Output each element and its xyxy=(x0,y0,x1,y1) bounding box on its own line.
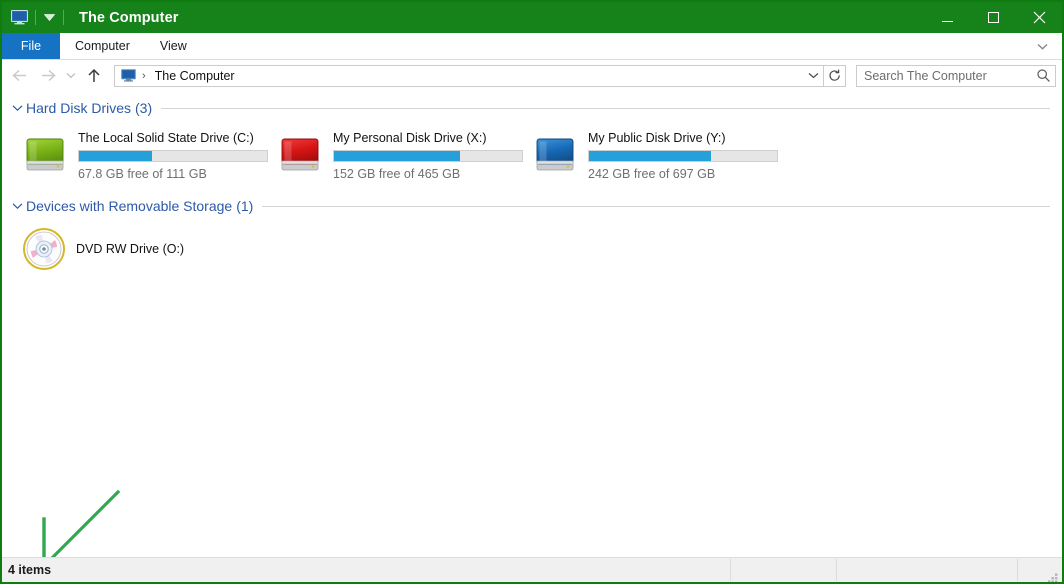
window-title: The Computer xyxy=(79,10,178,26)
group-divider xyxy=(161,108,1050,109)
chevron-down-icon xyxy=(66,72,76,79)
arrow-up-icon xyxy=(86,68,102,84)
breadcrumb-current[interactable]: The Computer xyxy=(155,69,235,83)
drive-info: My Personal Disk Drive (X:) 152 GB free … xyxy=(333,128,525,182)
capacity-bar-fill xyxy=(334,151,460,161)
close-button[interactable] xyxy=(1016,2,1062,33)
minimize-icon xyxy=(942,21,953,22)
forward-button[interactable] xyxy=(34,63,62,89)
drive-free-space: 152 GB free of 465 GB xyxy=(333,166,525,182)
group-count: (1) xyxy=(236,198,253,214)
refresh-button[interactable] xyxy=(824,65,846,87)
hard-drive-icon xyxy=(276,130,324,178)
group-divider xyxy=(262,206,1050,207)
recent-locations-button[interactable] xyxy=(62,63,80,89)
hard-drive-icon xyxy=(21,130,69,178)
removable-device-list: DVD RW Drive (O:) xyxy=(2,217,1062,275)
search-icon[interactable] xyxy=(1031,66,1055,86)
qat-separator-2 xyxy=(63,10,64,25)
back-button[interactable] xyxy=(6,63,34,89)
list-item[interactable]: The Local Solid State Drive (C:) 67.8 GB… xyxy=(18,125,273,185)
qat-separator-1 xyxy=(35,10,36,25)
group-header-removable-storage[interactable]: Devices with Removable Storage (1) xyxy=(2,195,1062,217)
capacity-bar xyxy=(588,150,778,162)
group-header-hard-disk-drives[interactable]: Hard Disk Drives (3) xyxy=(2,97,1062,119)
drive-free-space: 67.8 GB free of 111 GB xyxy=(78,166,270,182)
list-item[interactable]: My Personal Disk Drive (X:) 152 GB free … xyxy=(273,125,528,185)
chevron-down-icon xyxy=(808,72,819,79)
tab-view[interactable]: View xyxy=(145,33,202,59)
capacity-bar xyxy=(333,150,523,162)
address-bar: › The Computer xyxy=(2,60,1062,91)
refresh-icon xyxy=(828,69,842,83)
item-count-label: 4 items xyxy=(2,563,51,577)
file-list-view[interactable]: Hard Disk Drives (3) xyxy=(2,91,1062,557)
tab-computer[interactable]: Computer xyxy=(60,33,145,59)
group-title: Devices with Removable Storage xyxy=(26,198,232,214)
drive-name: The Local Solid State Drive (C:) xyxy=(78,130,270,146)
file-explorer-window: The Computer File Computer View xyxy=(0,0,1064,584)
monitor-icon xyxy=(120,68,136,84)
up-button[interactable] xyxy=(80,63,108,89)
search-box[interactable] xyxy=(856,65,1056,87)
group-count: (3) xyxy=(135,100,152,116)
capacity-bar-fill xyxy=(79,151,152,161)
minimize-button[interactable] xyxy=(924,2,970,33)
arrow-down-left-annotation xyxy=(20,486,130,557)
quick-access-toolbar xyxy=(2,2,70,33)
maximize-button[interactable] xyxy=(970,2,1016,33)
address-dropdown-button[interactable] xyxy=(803,66,823,86)
chevron-down-icon[interactable] xyxy=(42,9,57,27)
chevron-down-icon xyxy=(1037,43,1048,50)
monitor-icon[interactable] xyxy=(9,8,29,28)
status-pane-2 xyxy=(837,558,1017,582)
status-pane-1 xyxy=(731,558,836,582)
hard-disk-drive-list: The Local Solid State Drive (C:) 67.8 GB… xyxy=(2,119,1062,185)
drive-info: My Public Disk Drive (Y:) 242 GB free of… xyxy=(588,128,780,182)
drive-name: My Public Disk Drive (Y:) xyxy=(588,130,780,146)
window-controls xyxy=(924,2,1062,33)
title-bar: The Computer xyxy=(2,2,1062,33)
breadcrumb[interactable]: › The Computer xyxy=(114,65,824,87)
resize-grip-icon[interactable] xyxy=(1046,568,1060,582)
status-pane-3 xyxy=(1018,558,1062,582)
search-input[interactable] xyxy=(857,69,1031,83)
optical-disc-icon xyxy=(21,226,67,272)
hard-drive-icon xyxy=(531,130,579,178)
capacity-bar-fill xyxy=(589,151,711,161)
close-icon xyxy=(1033,11,1046,24)
drive-name: My Personal Disk Drive (X:) xyxy=(333,130,525,146)
list-item[interactable]: My Public Disk Drive (Y:) 242 GB free of… xyxy=(528,125,783,185)
drive-free-space: 242 GB free of 697 GB xyxy=(588,166,780,182)
arrow-right-icon xyxy=(39,68,57,83)
capacity-bar xyxy=(78,150,268,162)
arrow-left-icon xyxy=(11,68,29,83)
tab-file[interactable]: File xyxy=(2,33,60,59)
maximize-icon xyxy=(988,12,999,23)
chevron-down-icon[interactable] xyxy=(10,101,24,115)
ribbon-expand-button[interactable] xyxy=(1022,33,1062,59)
chevron-down-icon[interactable] xyxy=(10,199,24,213)
status-bar: 4 items xyxy=(2,557,1062,582)
breadcrumb-separator: › xyxy=(142,70,146,82)
device-name[interactable]: DVD RW Drive (O:) xyxy=(76,242,184,256)
list-item[interactable]: DVD RW Drive (O:) xyxy=(18,223,187,275)
drive-info: The Local Solid State Drive (C:) 67.8 GB… xyxy=(78,128,270,182)
ribbon-tab-bar: File Computer View xyxy=(2,33,1062,60)
group-title: Hard Disk Drives xyxy=(26,100,131,116)
